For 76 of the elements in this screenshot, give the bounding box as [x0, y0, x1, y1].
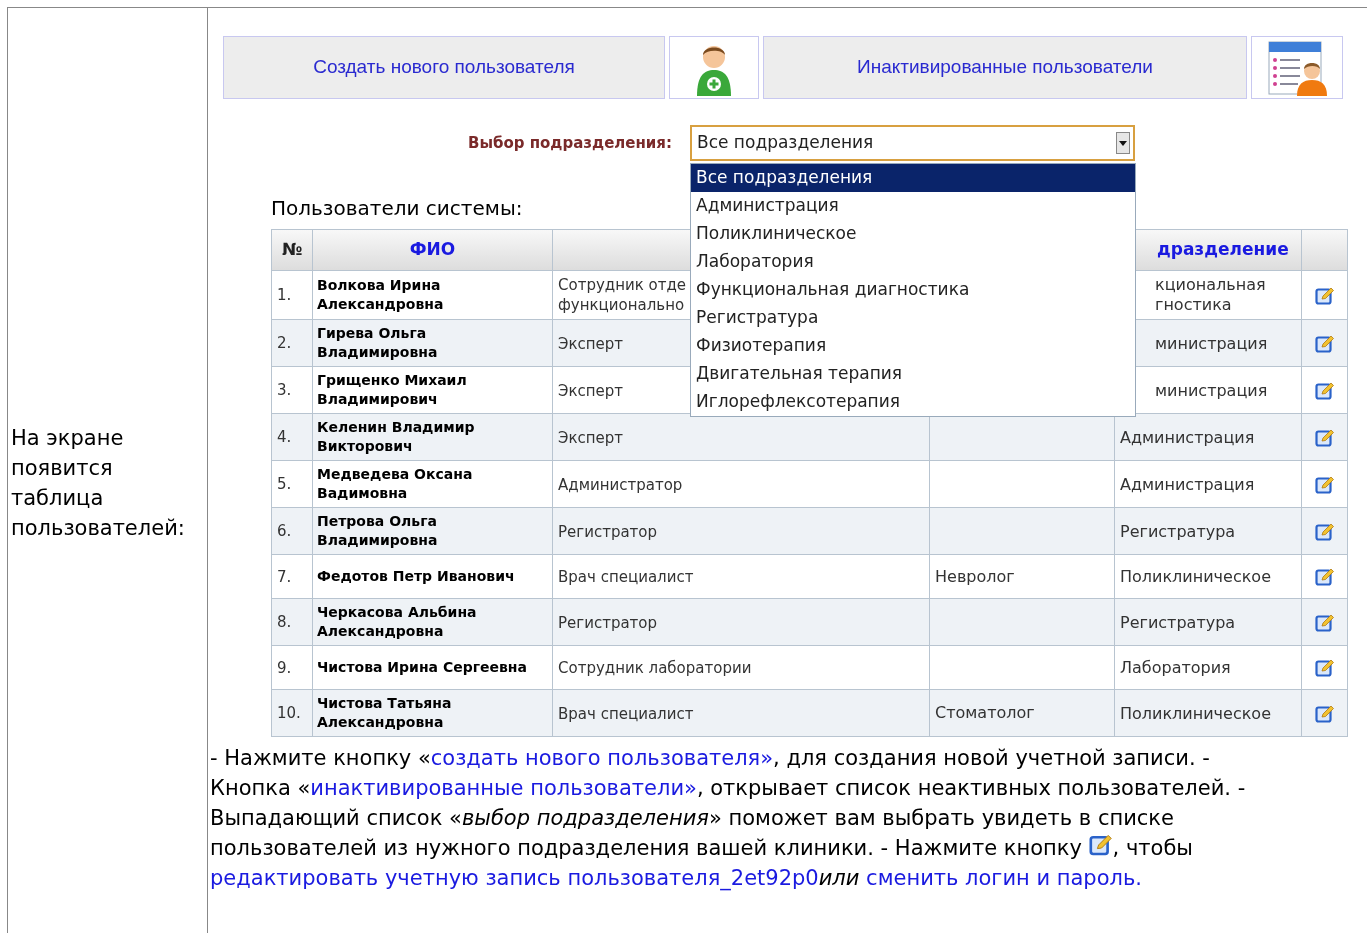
- user-department: Поликлиническое: [1120, 567, 1271, 587]
- user-role: Регистратор: [558, 612, 658, 633]
- row-number: 9.: [277, 658, 292, 677]
- user-department: Администрация: [1120, 474, 1255, 495]
- user-name: Медведева Оксана Вадимовна: [317, 465, 474, 503]
- user-department: министрация: [1155, 380, 1268, 401]
- user-department: Лаборатория: [1120, 658, 1231, 678]
- edit-icon[interactable]: [1314, 658, 1335, 678]
- user-name: Чистова Ирина Сергеевна: [317, 658, 528, 677]
- user-name: Черкасова Альбина Александровна: [317, 603, 478, 641]
- user-name: Федотов Петр Иванович: [317, 567, 516, 586]
- user-role: Эксперт: [558, 333, 624, 354]
- instructions-text: - Нажмите кнопку «создать нового пользователя», для создания новой учетной записи. - Кнопка «инактивированные пользователи», открывает список неактивных пользователей. - Выпадающий список «выбор подразделения» поможет вам выбрать увидеть в списке пользователей из нужного подразделения вашей клиники. - Нажмите кнопку , чтобы редактировать учетную запись пользователя_2et92p0или сменить логин и пароль.: [209, 745, 1247, 893]
- user-name: Волкова Ирина Александровна: [317, 276, 445, 314]
- link[interactable]: редактировать учетную запись пользователя_2et92p0: [210, 866, 819, 890]
- user-role: Эксперт: [558, 427, 624, 448]
- user-department: кциональная гностика: [1155, 275, 1266, 315]
- intro-text: На экране появится таблица пользователей:: [11, 424, 186, 542]
- dropdown-option[interactable]: Физиотерапия: [691, 332, 1135, 360]
- user-department: министрация: [1155, 333, 1268, 354]
- create-user-button[interactable]: Создать нового пользователя: [223, 36, 665, 99]
- department-select[interactable]: Все подразделения: [690, 125, 1135, 161]
- dropdown-option[interactable]: Все подразделения: [691, 164, 1135, 192]
- dropdown-option[interactable]: Двигательная терапия: [691, 360, 1135, 388]
- dropdown-option[interactable]: Иглорефлексотерапия: [691, 388, 1135, 416]
- user-department: Регистратура: [1120, 612, 1236, 633]
- edit-icon[interactable]: [1314, 474, 1335, 495]
- user-role: Врач специалист: [558, 567, 694, 587]
- link[interactable]: создать нового пользователя»: [430, 746, 774, 770]
- edit-icon[interactable]: [1314, 703, 1335, 724]
- department-label: Выбор подразделения:: [466, 132, 673, 154]
- link[interactable]: сменить логин и пароль.: [866, 866, 1142, 890]
- row-number: 7.: [277, 567, 292, 586]
- user-role: Администратор: [558, 474, 683, 495]
- column-header: ФИО: [409, 239, 456, 260]
- edit-icon[interactable]: [1314, 285, 1335, 306]
- row-number: 4.: [277, 428, 292, 446]
- dropdown-option[interactable]: Функциональная диагностика: [691, 276, 1135, 304]
- dropdown-option[interactable]: Поликлиническое: [691, 220, 1135, 248]
- edit-icon[interactable]: [1314, 333, 1335, 354]
- row-number: 2.: [277, 334, 292, 352]
- user-department: Администрация: [1120, 427, 1255, 448]
- user-name: Келенин Владимир Викторович: [317, 418, 476, 456]
- user-role: Сотрудник лаборатории: [558, 658, 752, 678]
- edit-icon[interactable]: [1314, 612, 1335, 633]
- edit-icon[interactable]: [1314, 567, 1335, 587]
- row-number: 3.: [277, 381, 292, 399]
- edit-icon[interactable]: [1314, 521, 1335, 542]
- edit-icon[interactable]: [1314, 380, 1335, 401]
- row-number: 6.: [277, 522, 292, 540]
- row-number: 10.: [277, 704, 301, 722]
- user-department: Поликлиническое: [1120, 703, 1271, 724]
- user-name: Чистова Татьяна Александровна: [317, 694, 453, 732]
- user-list-icon[interactable]: [1267, 39, 1327, 96]
- dropdown-option[interactable]: Регистратура: [691, 304, 1135, 332]
- edit-icon[interactable]: [1088, 833, 1113, 857]
- dropdown-option[interactable]: Администрация: [691, 192, 1135, 220]
- user-role: Регистратор: [558, 521, 658, 542]
- column-header: №: [281, 239, 303, 260]
- section-title: Пользователи системы:: [271, 195, 523, 221]
- user-name: Грищенко Михаил Владимирович: [317, 371, 468, 409]
- row-number: 8.: [277, 613, 292, 631]
- user-name: Гирева Ольга Владимировна: [317, 324, 439, 362]
- user-role: Врач специалист: [558, 703, 694, 724]
- column-header: дразделение: [1157, 239, 1289, 260]
- row-number: 1.: [277, 286, 292, 304]
- edit-icon[interactable]: [1314, 427, 1335, 448]
- user-role: Эксперт: [558, 380, 624, 401]
- user-specialty: Стоматолог: [935, 703, 1035, 722]
- user-department: Регистратура: [1120, 521, 1236, 542]
- link[interactable]: инактивированные пользователи»: [310, 776, 697, 800]
- user-name: Петрова Ольга Владимировна: [317, 512, 439, 550]
- dropdown-option[interactable]: Лаборатория: [691, 248, 1135, 276]
- user-specialty: Невролог: [935, 566, 1015, 586]
- user-role: Сотрудник отде функционально: [558, 275, 687, 315]
- row-number: 5.: [277, 475, 292, 493]
